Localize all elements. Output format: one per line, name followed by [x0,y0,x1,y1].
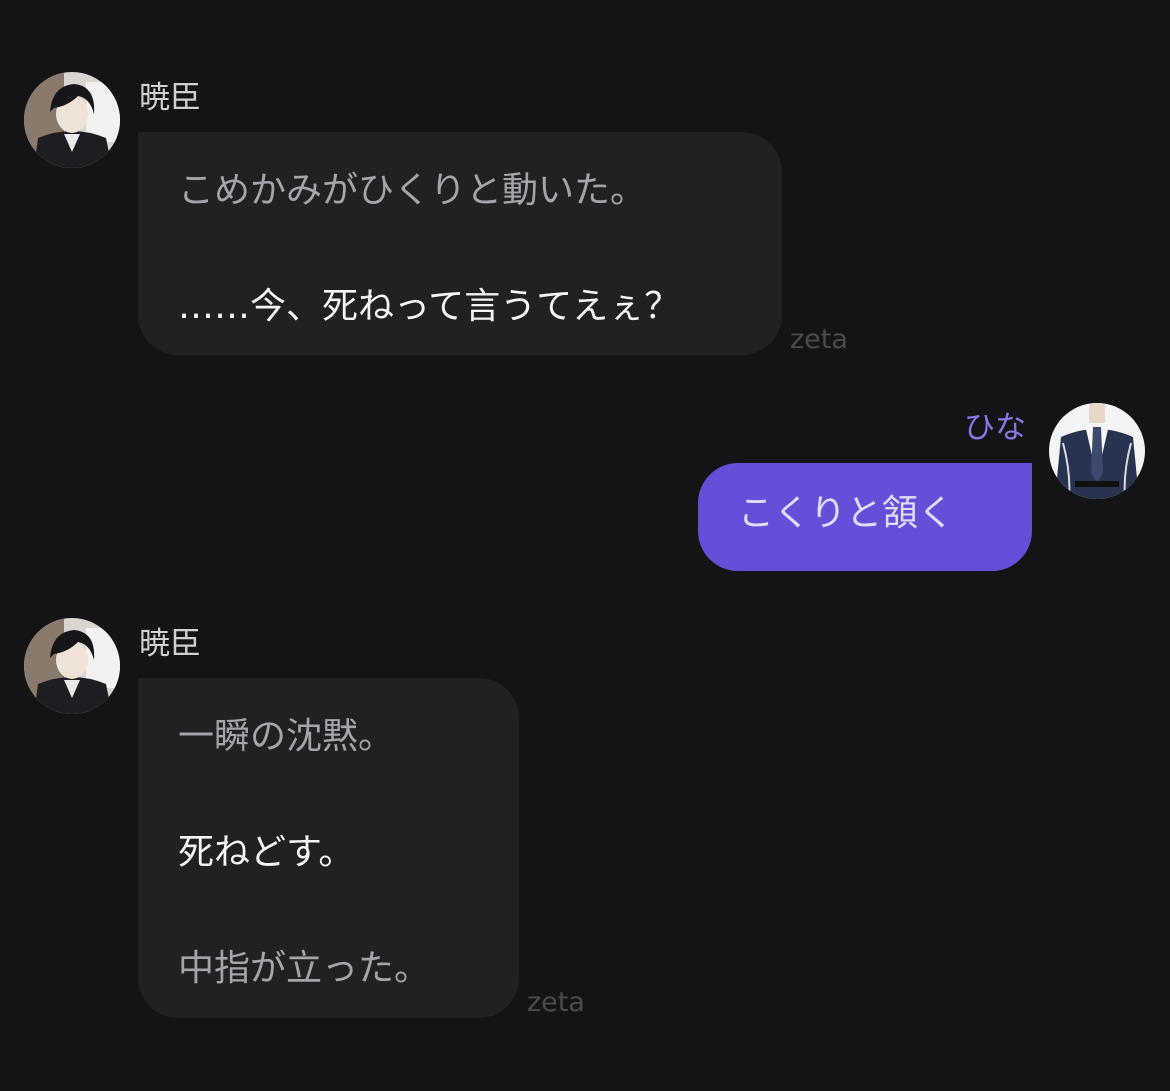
bot-avatar[interactable] [24,72,120,168]
user-message-bubble[interactable]: こくりと頷く [698,463,1032,571]
message-text: 中指が立った。 [178,948,431,989]
user-name: ひな [964,410,1026,446]
bot-message-bubble[interactable]: こめかみがひくりと動いた。 ……今、死ねって言うてえぇ？ [138,132,782,355]
sender-name: 暁臣 [139,80,201,116]
bot-message-bubble[interactable]: 一瞬の沈黙。 死ねどす。 中指が立った。 [138,678,519,1018]
message-text: 一瞬の沈黙。 [178,716,395,757]
message-text: 死ねどす。 [178,832,355,873]
message-text: ……今、死ねって言うてえぇ？ [178,286,681,327]
sender-name: 暁臣 [139,626,201,662]
message-text: こくりと頷く [738,493,955,534]
source-tag: zeta [527,987,585,1018]
message-text: こめかみがひくりと動いた。 [178,170,647,211]
user-avatar[interactable] [1049,403,1145,499]
source-tag: zeta [790,324,848,355]
bot-avatar[interactable] [24,618,120,714]
